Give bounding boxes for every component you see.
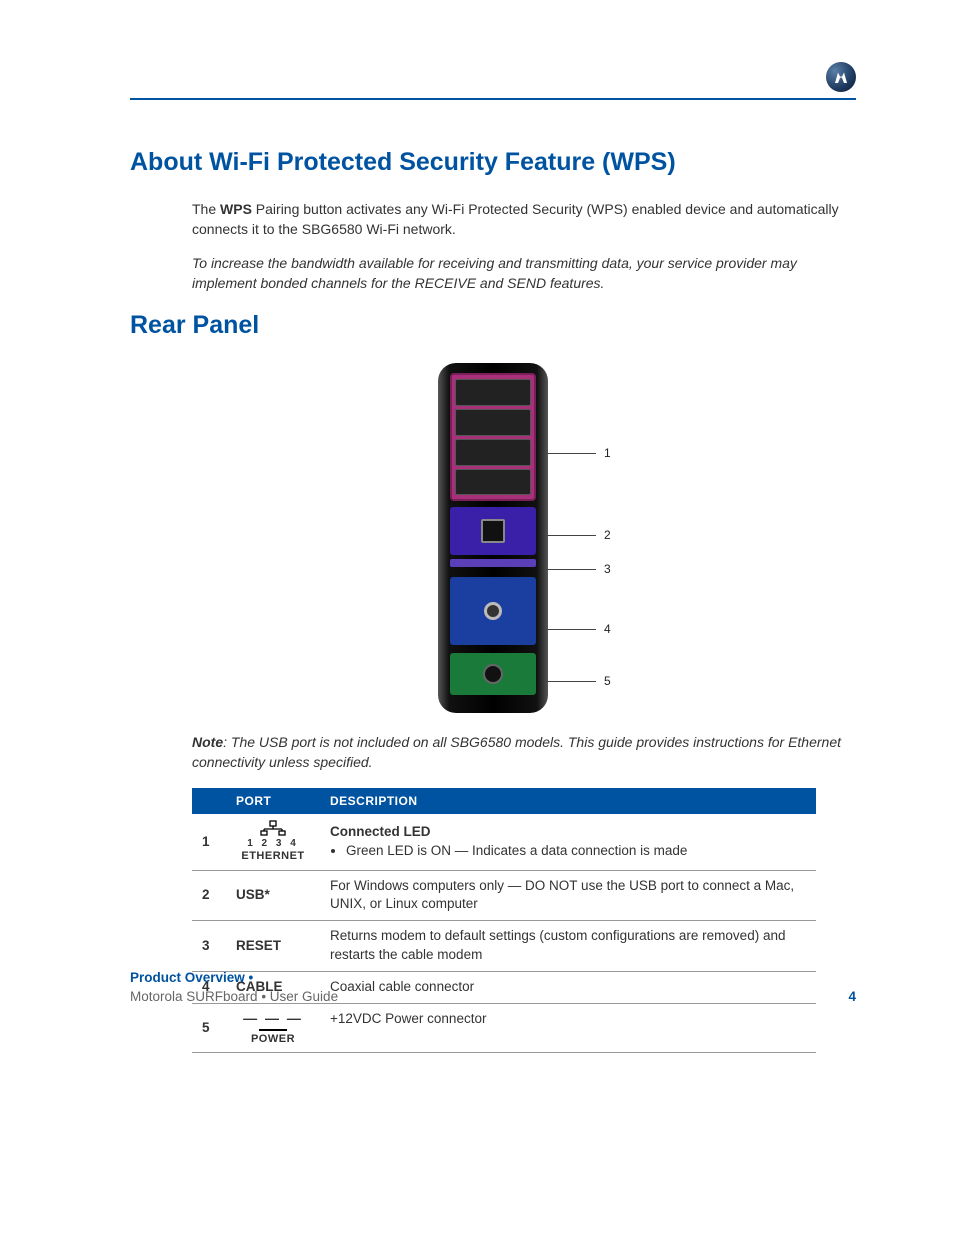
wps-text-post: Pairing button activates any Wi-Fi Prote… bbox=[192, 201, 839, 237]
row-port: 1 2 3 4 ETHERNET bbox=[226, 814, 320, 870]
table-row: 5 — — — POWER +12VDC Power connector bbox=[192, 1004, 816, 1053]
wps-bold: WPS bbox=[220, 201, 252, 217]
ethernet-port-icon bbox=[455, 379, 531, 406]
table-row: 3 RESET Returns modem to default setting… bbox=[192, 921, 816, 972]
footer-section: Product Overview bbox=[130, 970, 245, 985]
callout-2: 2 bbox=[546, 527, 611, 544]
row-desc: For Windows computers only — DO NOT use … bbox=[320, 870, 816, 921]
usb-note-text: : The USB port is not included on all SB… bbox=[192, 734, 841, 770]
bandwidth-note: To increase the bandwidth available for … bbox=[192, 254, 856, 293]
th-port: PORT bbox=[226, 788, 320, 815]
row-desc: Connected LED Green LED is ON — Indicate… bbox=[320, 814, 816, 870]
usb-note: Note: The USB port is not included on al… bbox=[192, 733, 856, 772]
usb-note-label: Note bbox=[192, 734, 223, 750]
row-desc: Returns modem to default settings (custo… bbox=[320, 921, 816, 972]
usb-port-icon bbox=[481, 519, 505, 543]
callout-4: 4 bbox=[546, 621, 611, 638]
wps-paragraph: The WPS Pairing button activates any Wi-… bbox=[192, 200, 856, 239]
usb-block bbox=[450, 507, 536, 555]
power-label-icon: — — — POWER bbox=[236, 1010, 310, 1046]
device-rear-illustration bbox=[438, 363, 548, 713]
row-port: RESET bbox=[226, 921, 320, 972]
footer-guide: Motorola SURFboard • User Guide bbox=[130, 988, 338, 1007]
row-num: 3 bbox=[192, 921, 226, 972]
table-row: 2 USB* For Windows computers only — DO N… bbox=[192, 870, 816, 921]
callout-3: 3 bbox=[546, 561, 611, 578]
row-num: 1 bbox=[192, 814, 226, 870]
row-port: — — — POWER bbox=[226, 1004, 320, 1053]
port-table: PORT DESCRIPTION 1 1 2 3 4 ETHERNET bbox=[192, 788, 816, 1053]
ethernet-port-icon bbox=[455, 439, 531, 466]
ethernet-label-icon: 1 2 3 4 ETHERNET bbox=[236, 820, 310, 863]
footer-dot: • bbox=[245, 970, 253, 985]
ethernet-port-icon bbox=[455, 469, 531, 496]
reset-strip bbox=[450, 559, 536, 567]
callout-5: 5 bbox=[546, 673, 611, 690]
ethernet-block bbox=[450, 373, 536, 501]
desc-title: Connected LED bbox=[330, 824, 431, 839]
heading-wps: About Wi-Fi Protected Security Feature (… bbox=[130, 145, 856, 180]
cable-block bbox=[450, 577, 536, 645]
th-description: DESCRIPTION bbox=[320, 788, 816, 815]
header-rule bbox=[130, 98, 856, 100]
rear-panel-figure: 1 2 3 4 5 bbox=[130, 363, 856, 713]
table-row: 1 1 2 3 4 ETHERNET Connected LED Green L… bbox=[192, 814, 816, 870]
coax-port-icon bbox=[484, 602, 502, 620]
desc-bullet: Green LED is ON — Indicates a data conne… bbox=[346, 842, 806, 861]
motorola-logo-icon bbox=[826, 62, 856, 92]
row-port: USB* bbox=[226, 870, 320, 921]
row-desc: +12VDC Power connector bbox=[320, 1004, 816, 1053]
page-footer: Product Overview • Motorola SURFboard • … bbox=[130, 969, 856, 1007]
heading-rear-panel: Rear Panel bbox=[130, 308, 856, 343]
wps-text-pre: The bbox=[192, 201, 220, 217]
ethernet-port-icon bbox=[455, 409, 531, 436]
row-num: 2 bbox=[192, 870, 226, 921]
power-port-icon bbox=[483, 664, 503, 684]
callout-1: 1 bbox=[546, 445, 611, 462]
row-num: 5 bbox=[192, 1004, 226, 1053]
page-number: 4 bbox=[848, 988, 856, 1007]
power-block bbox=[450, 653, 536, 695]
th-blank bbox=[192, 788, 226, 815]
